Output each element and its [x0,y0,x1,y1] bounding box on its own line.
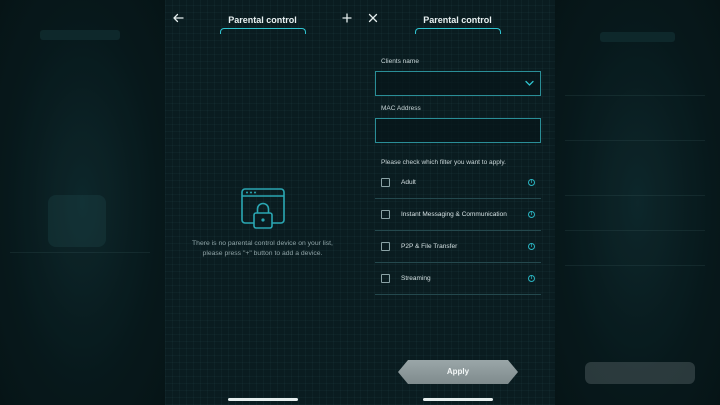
background-left [0,0,165,405]
info-icon[interactable]: i [528,211,535,218]
home-indicator [422,398,493,401]
mac-address-label: MAC Address [381,105,421,112]
filter-row-p2p[interactable]: P2P & File Transfer i [375,231,541,263]
filter-checkbox[interactable] [381,178,390,187]
filter-row-instant-messaging[interactable]: Instant Messaging & Communication i [375,199,541,231]
parental-control-list-panel: Parental control There is no parental co… [165,0,360,405]
title-tab-underline [219,28,306,34]
background-right [555,0,720,405]
home-indicator [227,398,298,401]
page-title: Parental control [228,15,297,25]
plus-icon[interactable] [340,12,354,26]
chevron-down-icon [525,80,534,86]
arrow-left-icon[interactable] [171,12,185,26]
info-icon[interactable]: i [528,243,535,250]
filter-label: Adult [401,179,416,186]
title-tab-underline [414,28,501,34]
close-icon[interactable] [366,12,380,26]
clients-name-dropdown[interactable] [375,71,541,96]
info-icon[interactable]: i [528,179,535,186]
add-parental-control-panel: Parental control Clients name MAC Addres… [360,0,555,405]
header: Parental control [165,0,360,34]
empty-state [165,186,360,237]
filter-checkbox[interactable] [381,274,390,283]
empty-message: There is no parental control device on y… [192,240,333,257]
filter-row-adult[interactable]: Adult i [375,167,541,199]
page-title: Parental control [423,15,492,25]
apply-button[interactable]: Apply [398,360,518,384]
filter-row-streaming[interactable]: Streaming i [375,263,541,295]
locked-browser-icon [240,188,285,229]
filter-label: Streaming [401,275,431,282]
filter-checkbox[interactable] [381,242,390,251]
info-icon[interactable]: i [528,275,535,282]
filter-label: Instant Messaging & Communication [401,211,507,218]
filter-checkbox[interactable] [381,210,390,219]
header: Parental control [360,0,555,34]
clients-name-label: Clients name [381,58,419,65]
mac-address-input[interactable] [375,118,541,143]
filter-label: P2P & File Transfer [401,243,458,250]
filter-prompt: Please check which filter you want to ap… [381,159,506,166]
